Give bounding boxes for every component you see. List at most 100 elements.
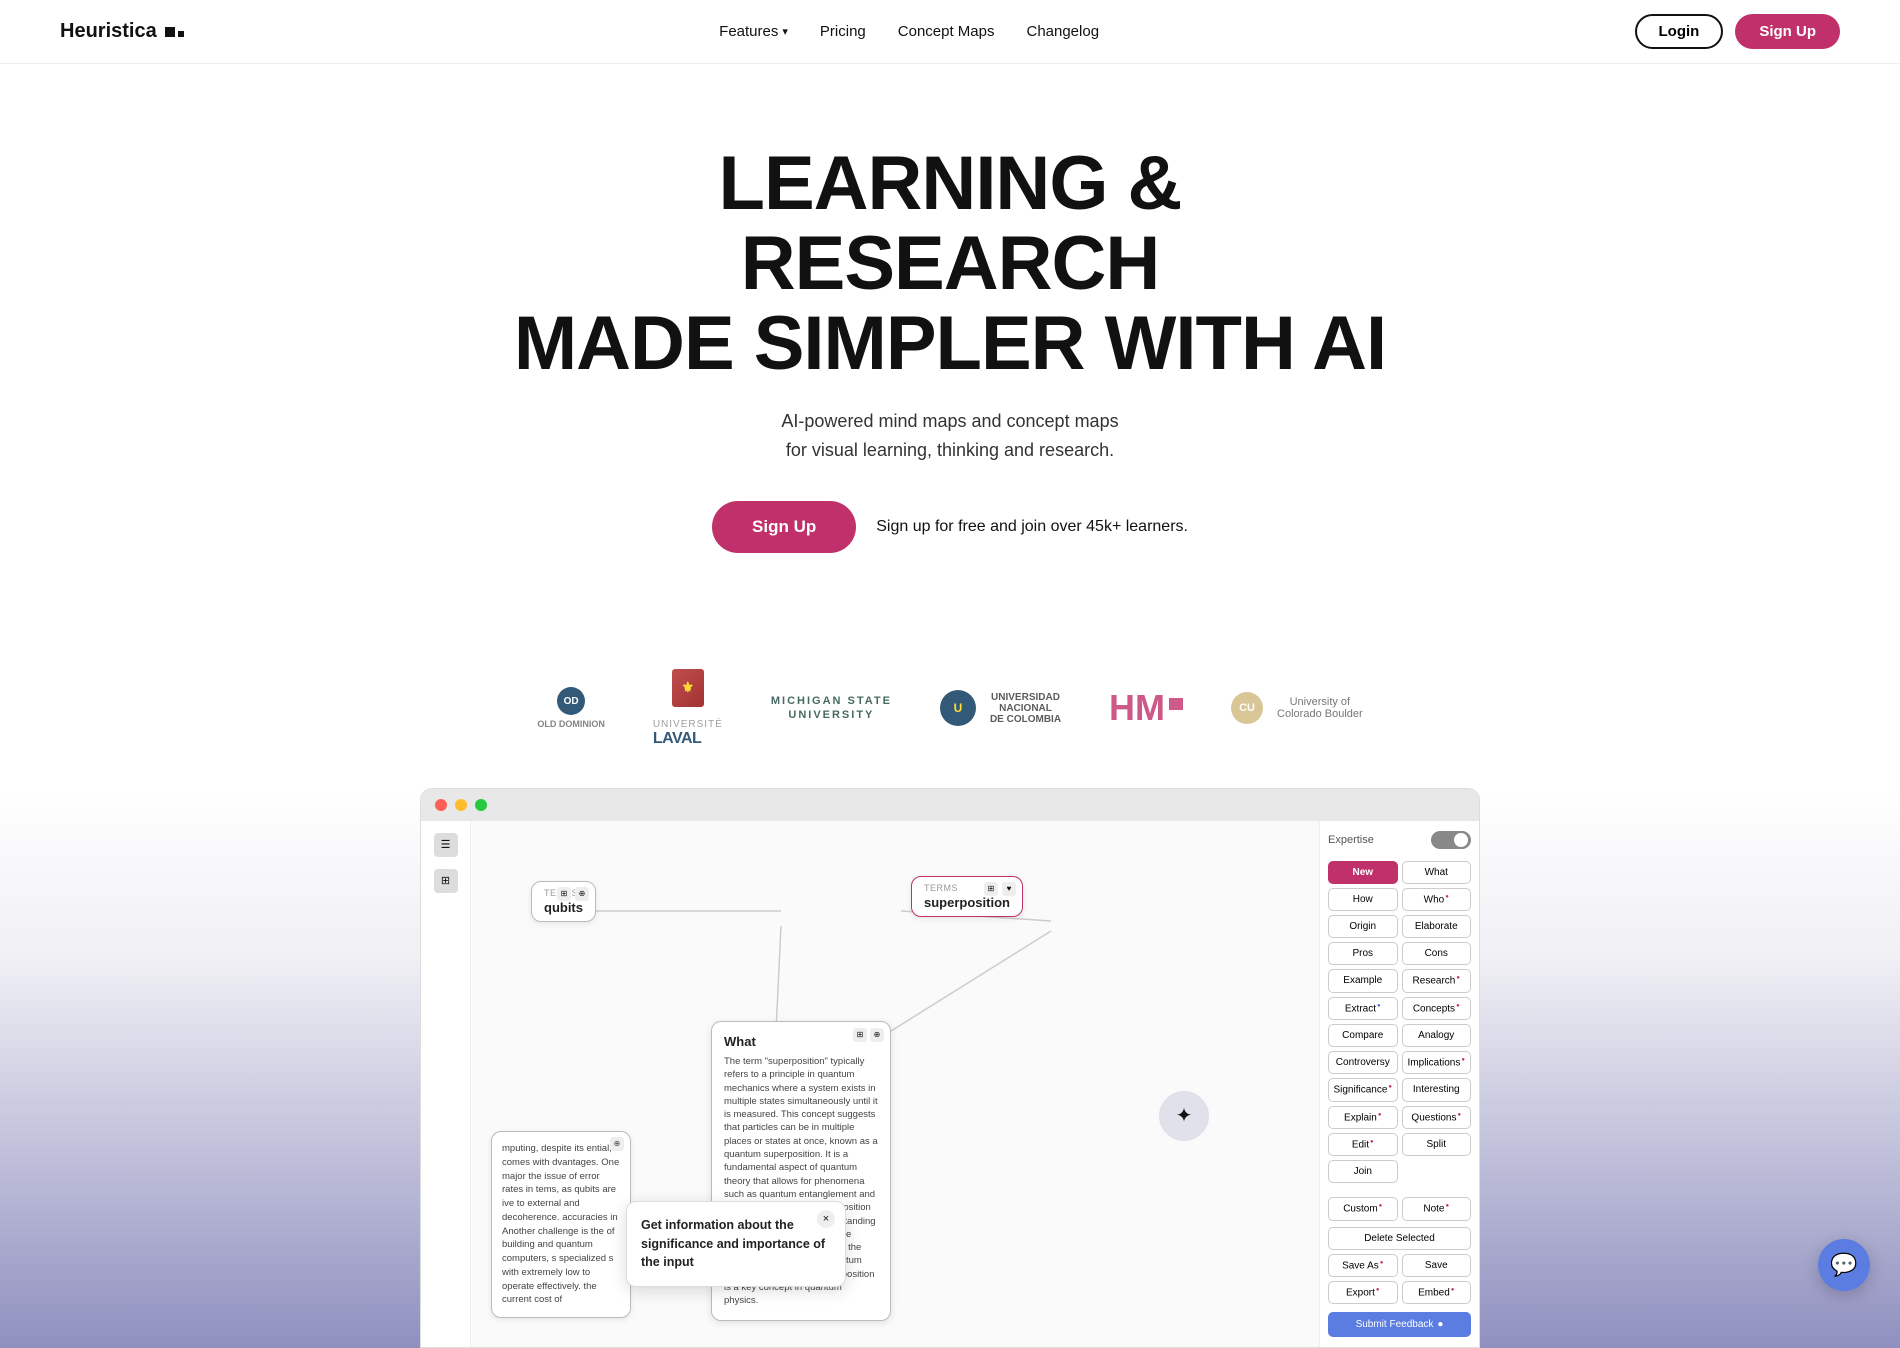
close-dot	[435, 799, 447, 811]
panel-btn-save[interactable]: Save	[1402, 1254, 1472, 1277]
nav-links: Features ▾ Pricing Concept Maps Changelo…	[719, 23, 1099, 40]
panel-row-extract-concepts: Extract Concepts	[1328, 997, 1471, 1020]
app-window: ☰ ⊞ ⊞ ⊕ TERMS	[420, 788, 1480, 1348]
panel-row-saveas-save: Save As Save	[1328, 1254, 1471, 1277]
panel-btn-controversy[interactable]: Controversy	[1328, 1051, 1398, 1074]
nav-concept-maps[interactable]: Concept Maps	[898, 23, 995, 40]
panel-btn-example[interactable]: Example	[1328, 969, 1398, 992]
panel-row-controversy-implications: Controversy Implications	[1328, 1051, 1471, 1074]
panel-row-new-what: New What	[1328, 861, 1471, 884]
expertise-label: Expertise	[1328, 834, 1374, 846]
expertise-toggle[interactable]	[1431, 831, 1471, 849]
panel-btn-interesting[interactable]: Interesting	[1402, 1078, 1472, 1101]
signup-button-nav[interactable]: Sign Up	[1735, 14, 1840, 49]
logo-icon	[165, 27, 184, 37]
chat-icon: 💬	[1830, 1252, 1857, 1278]
panel-btn-cons[interactable]: Cons	[1402, 942, 1472, 965]
panel-btn-elaborate[interactable]: Elaborate	[1402, 915, 1472, 938]
panel-row-custom-note: Custom Note	[1328, 1197, 1471, 1220]
panel-btn-research[interactable]: Research	[1402, 969, 1472, 992]
hero-subtext: AI-powered mind maps and concept maps fo…	[20, 407, 1880, 465]
app-titlebar	[421, 789, 1479, 821]
panel-btn-explain[interactable]: Explain	[1328, 1106, 1398, 1129]
panel-btn-submit-feedback[interactable]: Submit Feedback ●	[1328, 1312, 1471, 1337]
app-sidebar: ☰ ⊞	[421, 821, 471, 1347]
hero-cta: Sign Up Sign up for free and join over 4…	[20, 501, 1880, 553]
panel-row-how-who: How Who	[1328, 888, 1471, 911]
login-button[interactable]: Login	[1635, 14, 1724, 49]
panel-btn-who[interactable]: Who	[1402, 888, 1472, 911]
panel-row-pros-cons: Pros Cons	[1328, 942, 1471, 965]
panel-row-example-research: Example Research	[1328, 969, 1471, 992]
panel-btn-how[interactable]: How	[1328, 888, 1398, 911]
node-icon-super-2[interactable]: ♥	[1002, 882, 1016, 896]
panel-btn-embed[interactable]: Embed	[1402, 1281, 1472, 1304]
panel-btn-edit[interactable]: Edit	[1328, 1133, 1398, 1156]
panel-btn-note[interactable]: Note	[1402, 1197, 1472, 1220]
node-icon-qubits-1[interactable]: ⊞	[557, 887, 571, 901]
panel-row-export-embed: Export Embed	[1328, 1281, 1471, 1304]
panel-btn-new[interactable]: New	[1328, 861, 1398, 884]
panel-btn-export[interactable]: Export	[1328, 1281, 1398, 1304]
panel-btn-join[interactable]: Join	[1328, 1160, 1398, 1183]
maximize-dot	[475, 799, 487, 811]
minimize-dot	[455, 799, 467, 811]
panel-row-edit-split: Edit Split	[1328, 1133, 1471, 1156]
panel-btn-custom[interactable]: Custom	[1328, 1197, 1398, 1220]
panel-btn-saveas[interactable]: Save As	[1328, 1254, 1398, 1277]
app-canvas[interactable]: ⊞ ⊕ TERMS qubits ⊞ ♥ TERMS superposition	[471, 821, 1319, 1347]
panel-btn-what[interactable]: What	[1402, 861, 1472, 884]
panel-btn-questions[interactable]: Questions	[1402, 1106, 1472, 1129]
nav-changelog[interactable]: Changelog	[1026, 23, 1099, 40]
panel-btn-origin[interactable]: Origin	[1328, 915, 1398, 938]
tooltip-close-button[interactable]: ×	[817, 1210, 835, 1228]
panel-btn-implications[interactable]: Implications	[1402, 1051, 1472, 1074]
expertise-row: Expertise	[1328, 831, 1471, 849]
panel-btn-significance[interactable]: Significance	[1328, 1078, 1398, 1101]
nav-pricing[interactable]: Pricing	[820, 23, 866, 40]
panel-row-explain-questions: Explain Questions	[1328, 1106, 1471, 1129]
panel-btn-analogy[interactable]: Analogy	[1402, 1024, 1472, 1047]
tooltip-card: × Get information about the significance…	[626, 1201, 846, 1287]
panel-btn-delete[interactable]: Delete Selected	[1328, 1227, 1471, 1250]
node-qubits-title: qubits	[544, 900, 583, 915]
navbar: Heuristica Features ▾ Pricing Concept Ma…	[0, 0, 1900, 64]
panel-row-significance-interesting: Significance Interesting	[1328, 1078, 1471, 1101]
sidebar-icon-2[interactable]: ⊞	[434, 869, 458, 893]
logo-colorado: CU University ofColorado Boulder	[1231, 692, 1363, 724]
sidebar-icon-1[interactable]: ☰	[434, 833, 458, 857]
panel-btn-extract[interactable]: Extract	[1328, 997, 1398, 1020]
chevron-down-icon: ▾	[782, 25, 788, 38]
computing-card-icon[interactable]: ⊕	[610, 1137, 624, 1151]
panel-btn-concepts[interactable]: Concepts	[1402, 997, 1472, 1020]
what-card-icon-2[interactable]: ⊕	[870, 1028, 884, 1042]
node-superposition-title: superposition	[924, 895, 1010, 910]
what-card-icon-1[interactable]: ⊞	[853, 1028, 867, 1042]
logo-old-dominion: OD OLD DOMINION	[537, 687, 605, 729]
panel-btn-pros[interactable]: Pros	[1328, 942, 1398, 965]
node-superposition[interactable]: ⊞ ♥ TERMS superposition	[911, 876, 1023, 917]
nav-actions: Login Sign Up	[1635, 14, 1841, 49]
panel-btn-split[interactable]: Split	[1402, 1133, 1472, 1156]
app-right-panel: Expertise New What How Who Origin	[1319, 821, 1479, 1347]
app-area: ☰ ⊞ ⊞ ⊕ TERMS	[0, 788, 1900, 1348]
logo: Heuristica	[60, 20, 184, 43]
panel-row-origin-elaborate: Origin Elaborate	[1328, 915, 1471, 938]
logo-sq1	[165, 27, 175, 37]
tooltip-text: Get information about the significance a…	[641, 1216, 831, 1272]
logo-michigan: MICHIGAN STATEUNIVERSITY	[771, 694, 892, 723]
node-icon-qubits-2[interactable]: ⊕	[575, 887, 589, 901]
chat-bubble-button[interactable]: 💬	[1818, 1239, 1870, 1291]
panel-row-compare-analogy: Compare Analogy	[1328, 1024, 1471, 1047]
panel-btn-compare[interactable]: Compare	[1328, 1024, 1398, 1047]
nav-features[interactable]: Features ▾	[719, 23, 788, 40]
logos-section: OD OLD DOMINION ⚜ UNIVERSITÉ LAVAL MICHI…	[0, 653, 1900, 788]
toggle-thumb	[1454, 833, 1468, 847]
signup-button-hero[interactable]: Sign Up	[712, 501, 856, 553]
cta-note: Sign up for free and join over 45k+ lear…	[876, 518, 1188, 536]
hero-section: LEARNING & RESEARCH MADE SIMPLER WITH AI…	[0, 64, 1900, 653]
node-icon-super-1[interactable]: ⊞	[984, 882, 998, 896]
logo-hm: HM	[1109, 687, 1183, 729]
node-qubits[interactable]: ⊞ ⊕ TERMS qubits	[531, 881, 596, 922]
ai-cursor: ✦	[1159, 1091, 1209, 1141]
